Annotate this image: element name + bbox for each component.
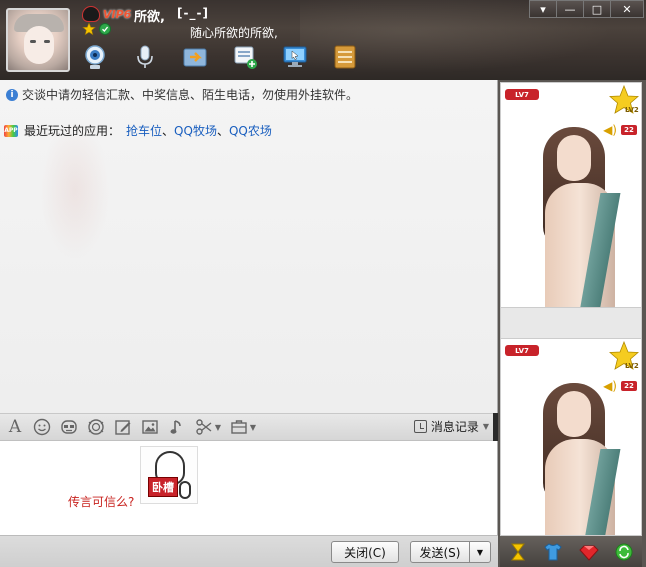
my-photo xyxy=(537,379,625,535)
minimize-button[interactable]: — xyxy=(556,0,584,18)
bottom-bar: 关闭(C) 发送(S) ▼ xyxy=(0,535,498,567)
security-notice-text: 交谈中请勿轻信汇款、中奖信息、陌生电话，勿使用外挂软件。 xyxy=(22,88,359,102)
voice-call-icon[interactable] xyxy=(130,42,160,72)
apps-icon[interactable] xyxy=(330,42,360,72)
send-button[interactable]: 发送(S) xyxy=(410,541,470,563)
contact-emoticon-text: [-_-] xyxy=(177,6,209,20)
maximize-button[interactable]: □ xyxy=(583,0,611,18)
message-record-button[interactable]: 消息记录 ▼ xyxy=(413,418,489,435)
chat-toolbar xyxy=(80,42,380,72)
contact-name: 所欲, xyxy=(134,10,165,25)
window-controls: ▾ — □ ✕ xyxy=(529,0,644,18)
qq-penguin-icon xyxy=(82,6,100,22)
title-bar: VIP6 所欲, [-_-] 随心所欲的所欲, ▾ — □ ✕ xyxy=(0,0,646,80)
diamond-icon[interactable] xyxy=(578,541,600,563)
sticker-text: 卧槽 xyxy=(148,477,178,497)
info-icon: i xyxy=(6,88,18,101)
video-call-icon[interactable] xyxy=(80,42,110,72)
message-record-label: 消息记录 xyxy=(430,420,479,434)
handwriting-icon[interactable] xyxy=(112,416,134,438)
magic-face-icon[interactable] xyxy=(58,416,80,438)
star-status-icon xyxy=(82,22,96,36)
close-window-button[interactable]: ✕ xyxy=(610,0,644,18)
recent-app-link[interactable]: 抢车位 xyxy=(126,124,162,138)
recent-apps: APP 最近玩过的应用： 抢车位、QQ牧场、QQ农场 xyxy=(4,122,272,139)
recent-app-links: 抢车位、QQ牧场、QQ农场 xyxy=(126,124,272,138)
font-icon[interactable]: A xyxy=(4,416,26,438)
recent-app-link[interactable]: QQ牧场 xyxy=(174,124,217,138)
input-toolbar: A ▼ ▼ 消息记录 ▼ xyxy=(0,413,493,441)
close-button[interactable]: 关闭(C) xyxy=(331,541,399,563)
svg-text:LV2: LV2 xyxy=(625,362,639,370)
remote-assist-icon[interactable] xyxy=(280,42,310,72)
chevron-down-icon: ▼ xyxy=(482,422,489,431)
emoji-icon[interactable] xyxy=(31,416,53,438)
vip-badge[interactable]: VIP6 xyxy=(82,6,131,22)
contact-photo xyxy=(537,123,625,307)
contact-show-panel[interactable]: LV7 LV2 ◀) 22 xyxy=(500,82,642,308)
chevron-down-icon: ▼ xyxy=(249,422,257,432)
lv-badge: LV7 xyxy=(505,345,539,356)
typed-message-text: 传言可信么? xyxy=(68,495,135,509)
message-input[interactable]: 卧槽 传言可信么? xyxy=(0,441,498,535)
send-options-dropdown[interactable]: ▼ xyxy=(469,541,491,563)
status-icons xyxy=(82,22,112,36)
svg-text:LV2: LV2 xyxy=(625,106,639,114)
video-side-panel: LV7 LV2 ◀) 22 LV7 LV2 ◀) 22 xyxy=(498,80,646,567)
screenshot-icon[interactable]: ▼ xyxy=(193,416,223,438)
online-status-icon xyxy=(98,22,112,36)
outfit-icon[interactable] xyxy=(542,541,564,563)
lv-badge: LV7 xyxy=(505,89,539,100)
vip-label: VIP6 xyxy=(103,7,132,21)
meme-sticker[interactable]: 卧槽 xyxy=(140,446,198,504)
star-level-icon: LV2 xyxy=(608,84,640,115)
recent-apps-label: 最近玩过的应用： xyxy=(24,124,121,138)
recent-app-link[interactable]: QQ农场 xyxy=(229,124,272,138)
hourglass-icon[interactable] xyxy=(507,541,529,563)
create-group-icon[interactable] xyxy=(230,42,260,72)
security-notice: i 交谈中请勿轻信汇款、中奖信息、陌生电话，勿使用外挂软件。 xyxy=(6,86,358,103)
window-menu-button[interactable]: ▾ xyxy=(529,0,557,18)
star-level-icon: LV2 xyxy=(608,340,640,371)
contact-signature: 随心所欲的所欲, xyxy=(190,26,278,40)
my-show-panel[interactable]: LV7 LV2 ◀) 22 xyxy=(500,338,642,536)
music-icon[interactable] xyxy=(166,416,188,438)
send-image-icon[interactable] xyxy=(139,416,161,438)
shake-window-icon[interactable] xyxy=(85,416,107,438)
refresh-icon[interactable] xyxy=(613,541,635,563)
history-icon xyxy=(413,420,427,433)
message-history[interactable]: i 交谈中请勿轻信汇款、中奖信息、陌生电话，勿使用外挂软件。 APP 最近玩过的… xyxy=(0,80,498,413)
chevron-down-icon: ▼ xyxy=(214,422,222,432)
panel-divider xyxy=(500,308,642,338)
file-transfer-icon[interactable] xyxy=(180,42,210,72)
show-toolbar xyxy=(500,536,642,567)
app-icon: APP xyxy=(4,124,18,137)
toolbox-icon[interactable]: ▼ xyxy=(228,416,258,438)
contact-avatar[interactable] xyxy=(6,8,70,72)
